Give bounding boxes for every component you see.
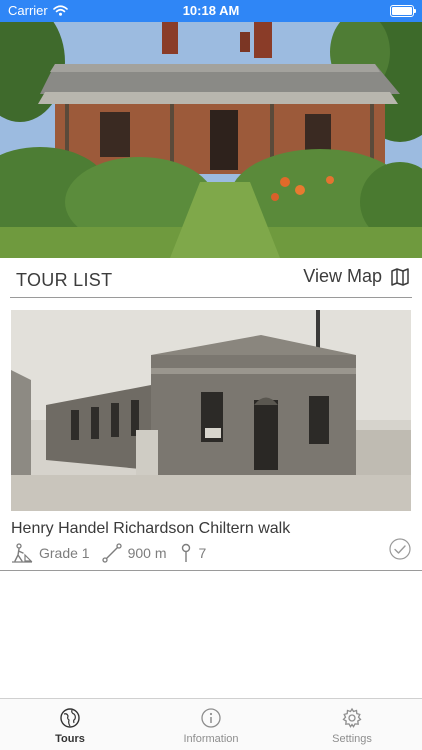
tour-name: Henry Handel Richardson Chiltern walk	[11, 520, 291, 537]
tab-bar: Tours Information Settings	[0, 698, 422, 750]
tour-stops: 7	[198, 545, 207, 561]
view-map-label: View Map	[303, 266, 382, 286]
tab-information[interactable]: Information	[141, 707, 281, 745]
distance-group: 900 m	[101, 543, 167, 563]
walker-icon	[12, 543, 33, 563]
clock: 10:18 AM	[182, 3, 240, 18]
info-icon	[201, 708, 221, 728]
tab-tours[interactable]: Tours	[0, 707, 140, 745]
tab-tours-label: Tours	[55, 733, 85, 745]
page-title: TOUR LIST	[16, 270, 113, 290]
globe-icon	[60, 708, 80, 728]
map-icon	[391, 267, 409, 286]
completed-check-icon[interactable]	[389, 538, 411, 560]
tour-photo	[11, 310, 411, 511]
pin-icon	[181, 543, 190, 562]
tab-settings[interactable]: Settings	[282, 707, 422, 745]
tour-list-header: TOUR LIST View Map	[10, 262, 412, 298]
tour-list-item[interactable]: Henry Handel Richardson Chiltern walk Gr…	[0, 310, 422, 571]
tab-settings-label: Settings	[332, 733, 372, 745]
tour-grade: Grade 1	[39, 545, 90, 561]
gear-icon	[342, 707, 362, 728]
status-bar: Carrier 10:18 AM	[0, 0, 422, 22]
grade-group: Grade 1	[11, 543, 90, 563]
tour-distance: 900 m	[127, 545, 167, 561]
battery-icon	[390, 5, 416, 17]
view-map-button[interactable]: View Map	[303, 266, 410, 287]
distance-icon	[101, 543, 122, 563]
tour-meta: Grade 1 900 m 7	[11, 543, 218, 563]
stops-group: 7	[179, 543, 207, 563]
tab-information-label: Information	[183, 733, 239, 745]
hero-photo	[0, 22, 422, 258]
